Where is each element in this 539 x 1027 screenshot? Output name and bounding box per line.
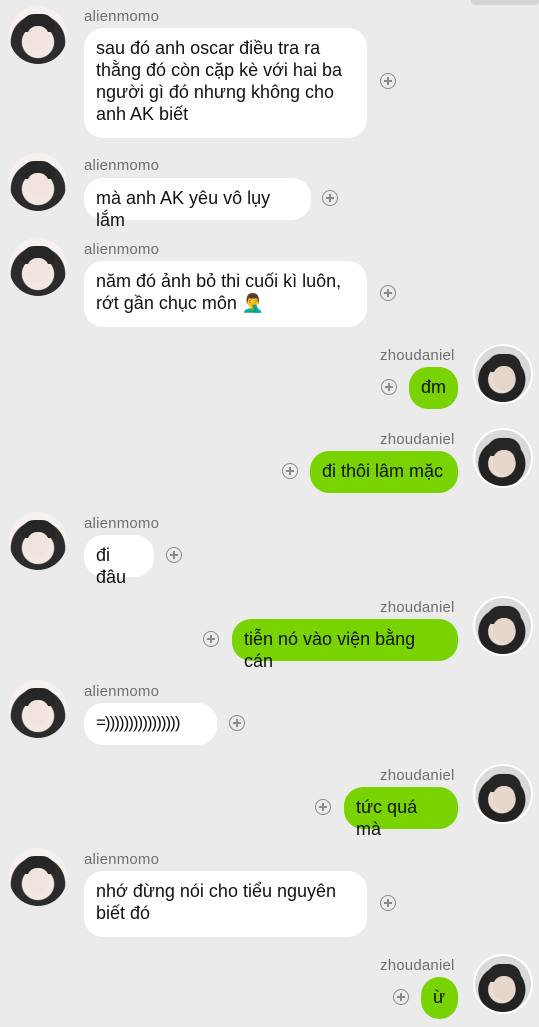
sender-name: zhoudaniel xyxy=(380,431,455,448)
plus-circle-icon[interactable] xyxy=(203,631,219,647)
avatar[interactable] xyxy=(9,6,67,64)
avatar[interactable] xyxy=(473,428,533,488)
avatar[interactable] xyxy=(473,764,533,824)
plus-circle-icon[interactable] xyxy=(282,463,298,479)
status-bar-fragment xyxy=(471,0,539,5)
plus-circle-icon[interactable] xyxy=(166,547,182,563)
avatar[interactable] xyxy=(473,954,533,1014)
sender-name: zhoudaniel xyxy=(380,599,455,616)
avatar[interactable] xyxy=(473,596,533,656)
avatar[interactable] xyxy=(9,512,67,570)
message-bubble[interactable]: năm đó ảnh bỏ thi cuối kì luôn, rớt gần … xyxy=(84,261,367,327)
message-bubble[interactable]: tiễn nó vào viện bằng cán xyxy=(232,619,458,671)
plus-circle-icon[interactable] xyxy=(229,715,245,731)
avatar[interactable] xyxy=(9,238,67,296)
message-bubble[interactable]: đi đâu xyxy=(84,535,154,587)
message-bubble[interactable]: ừ xyxy=(421,977,458,1019)
sender-name: alienmomo xyxy=(84,515,160,532)
message-bubble[interactable]: sau đó anh oscar điều tra ra thằng đó cò… xyxy=(84,28,367,138)
message-bubble[interactable]: đm xyxy=(409,367,458,409)
sender-name: zhoudaniel xyxy=(380,347,455,364)
sender-name: zhoudaniel xyxy=(380,957,455,974)
sender-name: alienmomo xyxy=(84,157,160,174)
avatar[interactable] xyxy=(9,848,67,906)
plus-circle-icon[interactable] xyxy=(322,190,338,206)
avatar[interactable] xyxy=(473,344,533,404)
plus-circle-icon[interactable] xyxy=(381,379,397,395)
plus-circle-icon[interactable] xyxy=(393,989,409,1005)
message-bubble[interactable]: tức quá mà xyxy=(344,787,458,839)
plus-circle-icon[interactable] xyxy=(315,799,331,815)
avatar[interactable] xyxy=(9,680,67,738)
sender-name: zhoudaniel xyxy=(380,767,455,784)
message-bubble[interactable]: đi thôi lâm mặc xyxy=(310,451,458,493)
message-bubble[interactable]: =)))))))))))))))) xyxy=(84,703,217,745)
plus-circle-icon[interactable] xyxy=(380,285,396,301)
plus-circle-icon[interactable] xyxy=(380,73,396,89)
sender-name: alienmomo xyxy=(84,683,160,700)
plus-circle-icon[interactable] xyxy=(380,895,396,911)
sender-name: alienmomo xyxy=(84,8,160,25)
avatar[interactable] xyxy=(9,153,67,211)
sender-name: alienmomo xyxy=(84,241,160,258)
message-bubble[interactable]: nhớ đừng nói cho tiểu nguyên biết đó xyxy=(84,871,367,937)
message-bubble[interactable]: mà anh AK yêu vô lụy lắm xyxy=(84,178,311,230)
sender-name: alienmomo xyxy=(84,851,160,868)
